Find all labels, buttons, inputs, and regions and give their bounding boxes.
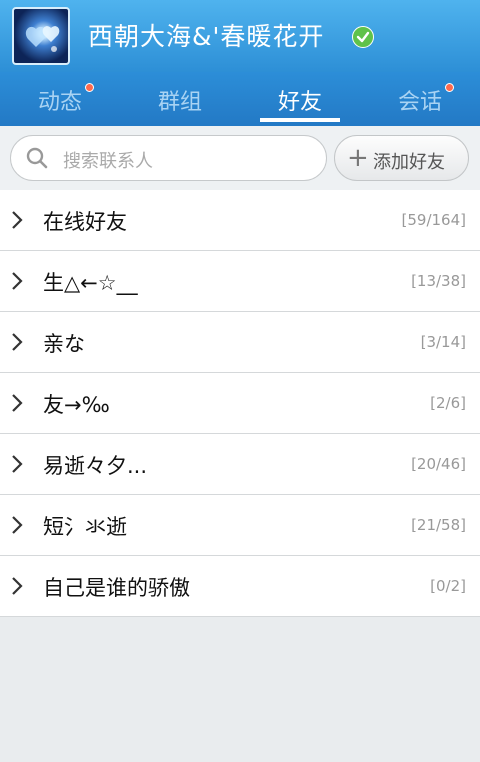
tab-label: 群组 bbox=[157, 90, 202, 115]
search-icon bbox=[26, 147, 48, 169]
group-count: [0/2] bbox=[430, 577, 466, 595]
group-name: 在线好友 bbox=[43, 210, 127, 234]
group-row[interactable]: 生△←☆__ [13/38] bbox=[0, 251, 480, 312]
group-count: [59/164] bbox=[401, 211, 466, 229]
chevron-right-icon bbox=[12, 333, 23, 351]
search-bar: 搜索联系人 + 添加好友 bbox=[0, 126, 480, 191]
chevron-right-icon bbox=[12, 211, 23, 229]
tab-dynamics[interactable]: 动态 bbox=[0, 72, 120, 126]
group-row[interactable]: 自己是谁的骄傲 [0/2] bbox=[0, 556, 480, 617]
group-count: [21/58] bbox=[411, 516, 466, 534]
tab-bar: 动态 群组 好友 会话 bbox=[0, 72, 480, 126]
group-row[interactable]: 友→‰ [2/6] bbox=[0, 373, 480, 434]
tab-label: 好友 bbox=[277, 90, 322, 115]
chevron-right-icon bbox=[12, 516, 23, 534]
group-row-online[interactable]: 在线好友 [59/164] bbox=[0, 190, 480, 251]
group-count: [20/46] bbox=[411, 455, 466, 473]
online-check-icon bbox=[352, 26, 374, 48]
username: 西朝大海&'春暖花开 bbox=[88, 22, 325, 51]
group-name: 友→‰ bbox=[43, 393, 110, 417]
group-row[interactable]: 短氵氺逝 [21/58] bbox=[0, 495, 480, 556]
add-friend-label: 添加好友 bbox=[373, 152, 445, 173]
avatar-image-icon bbox=[25, 26, 60, 52]
group-name: 自己是谁的骄傲 bbox=[43, 576, 190, 600]
chevron-right-icon bbox=[12, 272, 23, 290]
tab-friends[interactable]: 好友 bbox=[240, 72, 360, 126]
tab-groups[interactable]: 群组 bbox=[120, 72, 240, 126]
unread-badge bbox=[85, 83, 94, 92]
friend-group-list: 在线好友 [59/164] 生△←☆__ [13/38] 亲な [3/14] 友… bbox=[0, 190, 480, 617]
group-name: 短氵氺逝 bbox=[43, 515, 127, 539]
tab-label: 动态 bbox=[37, 90, 82, 115]
group-count: [3/14] bbox=[420, 333, 466, 351]
unread-badge bbox=[445, 83, 454, 92]
chevron-right-icon bbox=[12, 394, 23, 412]
search-placeholder: 搜索联系人 bbox=[63, 151, 153, 172]
group-row[interactable]: 亲な [3/14] bbox=[0, 312, 480, 373]
group-name: 生△←☆__ bbox=[43, 271, 138, 295]
group-count: [13/38] bbox=[411, 272, 466, 290]
avatar[interactable] bbox=[12, 7, 70, 65]
search-input[interactable]: 搜索联系人 bbox=[10, 135, 327, 181]
group-row[interactable]: 易逝々夕... [20/46] bbox=[0, 434, 480, 495]
profile-header: 西朝大海&'春暖花开 bbox=[0, 0, 480, 72]
tab-label: 会话 bbox=[397, 90, 442, 115]
chevron-right-icon bbox=[12, 455, 23, 473]
group-name: 易逝々夕... bbox=[43, 454, 148, 478]
group-name: 亲な bbox=[43, 332, 85, 356]
group-count: [2/6] bbox=[430, 394, 466, 412]
chevron-right-icon bbox=[12, 577, 23, 595]
active-tab-indicator bbox=[260, 118, 340, 122]
add-friend-button[interactable]: + 添加好友 bbox=[334, 135, 469, 181]
tab-conversations[interactable]: 会话 bbox=[360, 72, 480, 126]
plus-icon: + bbox=[347, 143, 369, 173]
